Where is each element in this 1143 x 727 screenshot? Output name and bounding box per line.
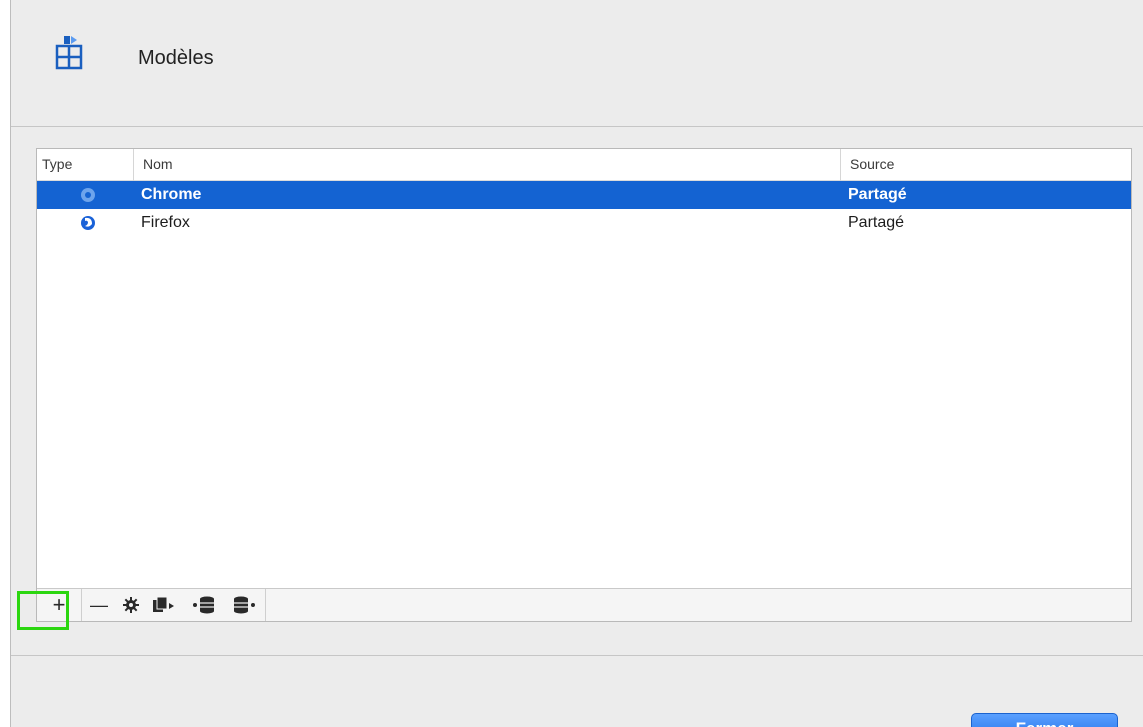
- toolbar-divider: [265, 589, 266, 621]
- table-toolbar: + —: [37, 588, 1131, 621]
- table-row[interactable]: Firefox Partagé: [37, 209, 1131, 237]
- column-header-source[interactable]: Source: [840, 149, 1133, 181]
- row-type-cell: [37, 209, 133, 237]
- duplicate-icon: [153, 596, 174, 612]
- table-body: Chrome Partagé Firefox Partagé: [37, 181, 1131, 237]
- row-source-cell: Partagé: [848, 186, 907, 203]
- export-button[interactable]: [224, 589, 264, 621]
- row-name-cell: Firefox: [141, 214, 190, 231]
- templates-table: Type Nom Source Chrome Partagé Firefox P…: [36, 148, 1132, 622]
- remove-button[interactable]: —: [82, 589, 116, 621]
- add-button[interactable]: +: [37, 589, 82, 621]
- settings-button[interactable]: [118, 589, 144, 621]
- page-title: Modèles: [138, 47, 214, 69]
- duplicate-button[interactable]: [144, 589, 184, 621]
- templates-icon: [55, 34, 85, 70]
- chrome-icon: [81, 188, 95, 202]
- export-database-icon: [234, 596, 255, 614]
- add-icon: +: [52, 592, 66, 617]
- settings-gear-icon: [123, 597, 139, 613]
- window-header: Modèles: [11, 0, 1143, 127]
- column-header-name[interactable]: Nom: [133, 149, 840, 181]
- import-database-icon: [193, 596, 214, 614]
- import-button[interactable]: [184, 589, 224, 621]
- close-button[interactable]: Fermer: [971, 713, 1118, 727]
- row-name-cell: Chrome: [141, 186, 202, 203]
- row-source-cell: Partagé: [848, 214, 905, 231]
- column-header-type[interactable]: Type: [37, 149, 133, 181]
- templates-window: Modèles Type Nom Source Chrome Partagé F…: [10, 0, 1143, 727]
- table-header: Type Nom Source: [37, 149, 1131, 181]
- table-row[interactable]: Chrome Partagé: [37, 181, 1131, 209]
- footer-divider: [11, 655, 1143, 656]
- row-type-cell: [37, 181, 133, 209]
- remove-icon: —: [90, 594, 108, 615]
- firefox-icon: [81, 216, 95, 230]
